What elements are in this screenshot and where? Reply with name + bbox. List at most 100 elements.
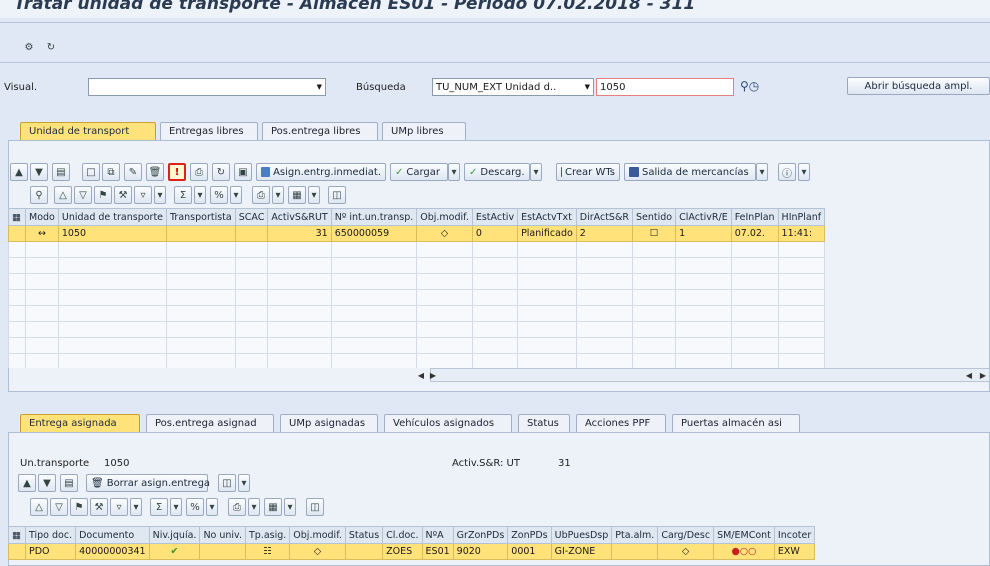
print-preview-icon[interactable]: ⎙ bbox=[252, 186, 270, 204]
display-change-icon[interactable]: ⚙ bbox=[20, 38, 38, 56]
sort-ascending-icon[interactable]: △ bbox=[30, 498, 48, 516]
column-header[interactable]: Sentido bbox=[631, 208, 677, 226]
column-header[interactable]: EstActiv bbox=[471, 208, 519, 226]
print-preview-icon[interactable]: ⎙ bbox=[228, 498, 246, 516]
tab-puertas-almacen[interactable]: Puertas almacén asi bbox=[672, 414, 800, 432]
search-field-select[interactable]: TU_NUM_EXT Unidad d.. ▼ bbox=[432, 78, 594, 96]
column-header[interactable]: NºA bbox=[421, 526, 454, 544]
find-next-icon[interactable]: ⚒ bbox=[90, 498, 108, 516]
search-input[interactable]: 1050 bbox=[596, 78, 734, 96]
column-header[interactable]: HInPlanf bbox=[777, 208, 826, 226]
filter-menu-icon[interactable]: ▾ bbox=[154, 186, 166, 204]
open-search-button[interactable]: Abrir búsqueda ampl. bbox=[847, 77, 990, 95]
column-header[interactable]: Modo bbox=[25, 208, 59, 226]
column-header[interactable]: Carg/Desc bbox=[657, 526, 715, 544]
column-header[interactable]: Status bbox=[344, 526, 384, 544]
column-header[interactable]: Tipo doc. bbox=[24, 526, 77, 544]
export-menu-icon[interactable]: ▾ bbox=[308, 186, 320, 204]
table-row[interactable]: ↔ 1050 31 650000059 ◇ 0 Planificado 2 ☐ … bbox=[8, 225, 826, 242]
delete-assignment-button[interactable]: 🗑 Borrar asign.entrega bbox=[86, 474, 210, 492]
info-icon[interactable]: ⓘ bbox=[778, 163, 796, 181]
scroll-right-icon[interactable]: ▶ bbox=[977, 369, 989, 381]
sort-descending-icon[interactable]: ▽ bbox=[74, 186, 92, 204]
tab-entrega-asignada[interactable]: Entrega asignada bbox=[20, 414, 140, 432]
tab-pos-entrega-asignad[interactable]: Pos.entrega asignad bbox=[146, 414, 274, 432]
column-header[interactable]: Unidad de transporte bbox=[57, 208, 168, 226]
column-header[interactable]: No univ. bbox=[199, 526, 246, 544]
sort-ascending-icon[interactable]: △ bbox=[54, 186, 72, 204]
column-header[interactable]: ActivS&RUT bbox=[267, 208, 332, 226]
find-icon[interactable]: ⚑ bbox=[70, 498, 88, 516]
filter-icon[interactable]: ▿ bbox=[134, 186, 152, 204]
assign-immediate-button[interactable]: Asign.entrg.inmediat. bbox=[256, 163, 386, 181]
subtotal-icon[interactable]: % bbox=[186, 498, 204, 516]
find-icon[interactable]: ⚑ bbox=[94, 186, 112, 204]
subtotal-icon[interactable]: % bbox=[210, 186, 228, 204]
column-header[interactable]: Niv.jquía. bbox=[148, 526, 201, 544]
print-menu-icon[interactable]: ▾ bbox=[272, 186, 284, 204]
column-header[interactable]: ZonPDs bbox=[507, 526, 552, 544]
tab-ump-libres[interactable]: UMp libres bbox=[382, 122, 466, 140]
scroll-down-icon[interactable]: ▼ bbox=[38, 474, 56, 492]
column-header[interactable]: Transportista bbox=[166, 208, 236, 226]
select-all-icon[interactable]: ▦ bbox=[8, 526, 26, 544]
tab-entregas-libres[interactable]: Entregas libres bbox=[160, 122, 258, 140]
filter-menu-icon[interactable]: ▾ bbox=[130, 498, 142, 516]
export-icon[interactable]: ▦ bbox=[264, 498, 282, 516]
table-row[interactable]: PDO 40000000341 ✔ ☷ ◇ ZOES ES01 9020 000… bbox=[8, 543, 816, 560]
sum-menu-icon[interactable]: ▾ bbox=[170, 498, 182, 516]
column-header[interactable]: UbPuesDsp bbox=[550, 526, 613, 544]
scroll-left-icon[interactable]: ◀ bbox=[415, 369, 427, 381]
visual-select[interactable]: ▼ bbox=[88, 78, 326, 96]
scroll-left-icon[interactable]: ◀ bbox=[963, 369, 975, 381]
refresh-icon[interactable]: ↻ bbox=[42, 38, 60, 56]
details-icon[interactable]: ⚲ bbox=[30, 186, 48, 204]
load-button[interactable]: ✓ Cargar bbox=[390, 163, 448, 181]
layout-icon[interactable]: ◫ bbox=[218, 474, 236, 492]
tab-pos-entrega-libres[interactable]: Pos.entrega libres bbox=[262, 122, 378, 140]
copy-icon[interactable]: ⧉ bbox=[102, 163, 120, 181]
subtotal-menu-icon[interactable]: ▾ bbox=[206, 498, 218, 516]
create-icon[interactable]: □ bbox=[82, 163, 100, 181]
column-header[interactable]: FeInPlan bbox=[730, 208, 779, 226]
column-header[interactable]: SM/EMCont bbox=[713, 526, 775, 544]
tab-acciones-ppf[interactable]: Acciones PPF bbox=[576, 414, 666, 432]
info-menu-icon[interactable]: ▾ bbox=[798, 163, 810, 181]
column-header[interactable]: Documento bbox=[75, 526, 150, 544]
details-icon[interactable]: ▤ bbox=[60, 474, 78, 492]
goods-issue-menu-icon[interactable]: ▾ bbox=[756, 163, 768, 181]
filter-icon[interactable]: ▿ bbox=[110, 498, 128, 516]
layout-menu-icon[interactable]: ▾ bbox=[238, 474, 250, 492]
column-header[interactable]: GrZonPDs bbox=[452, 526, 509, 544]
create-wts-button[interactable]: Crear WTs bbox=[556, 163, 620, 181]
layout-icon[interactable]: ◫ bbox=[328, 186, 346, 204]
scroll-up-icon[interactable]: ▲ bbox=[10, 163, 28, 181]
subtotal-menu-icon[interactable]: ▾ bbox=[230, 186, 242, 204]
print-icon[interactable]: ⎙ bbox=[190, 163, 208, 181]
scroll-up-icon[interactable]: ▲ bbox=[18, 474, 36, 492]
column-header[interactable]: SCAC bbox=[234, 208, 269, 226]
search-execute-icon[interactable]: ⚲◷ bbox=[740, 79, 759, 93]
upper-horizontal-scrollbar[interactable]: ◀ ▶ ◀ ▶ bbox=[418, 368, 990, 382]
row-selector[interactable] bbox=[8, 225, 26, 242]
tab-ump-asignadas[interactable]: UMp asignadas bbox=[280, 414, 378, 432]
column-header[interactable]: Pta.alm. bbox=[611, 526, 659, 544]
select-all-icon[interactable]: ▦ bbox=[8, 208, 26, 226]
find-next-icon[interactable]: ⚒ bbox=[114, 186, 132, 204]
column-header[interactable]: Tp.asig. bbox=[244, 526, 291, 544]
column-header[interactable]: Obj.modif. bbox=[416, 208, 473, 226]
tab-vehiculos-asignados[interactable]: Vehículos asignados bbox=[384, 414, 512, 432]
tab-unidad-de-transport[interactable]: Unidad de transport bbox=[20, 122, 156, 140]
unload-menu-icon[interactable]: ▾ bbox=[530, 163, 542, 181]
column-header[interactable]: EstActvTxt bbox=[517, 208, 577, 226]
load-menu-icon[interactable]: ▾ bbox=[448, 163, 460, 181]
column-header[interactable]: Obj.modif. bbox=[289, 526, 346, 544]
sort-descending-icon[interactable]: ▽ bbox=[50, 498, 68, 516]
save-icon[interactable]: ▣ bbox=[234, 163, 252, 181]
column-header[interactable]: Nº int.un.transp. bbox=[330, 208, 418, 226]
details-icon[interactable]: ▤ bbox=[52, 163, 70, 181]
goods-issue-button[interactable]: Salida de mercancías bbox=[624, 163, 756, 181]
column-header[interactable]: DirActS&R bbox=[575, 208, 633, 226]
refresh-icon[interactable]: ↻ bbox=[212, 163, 230, 181]
tab-status[interactable]: Status bbox=[518, 414, 570, 432]
